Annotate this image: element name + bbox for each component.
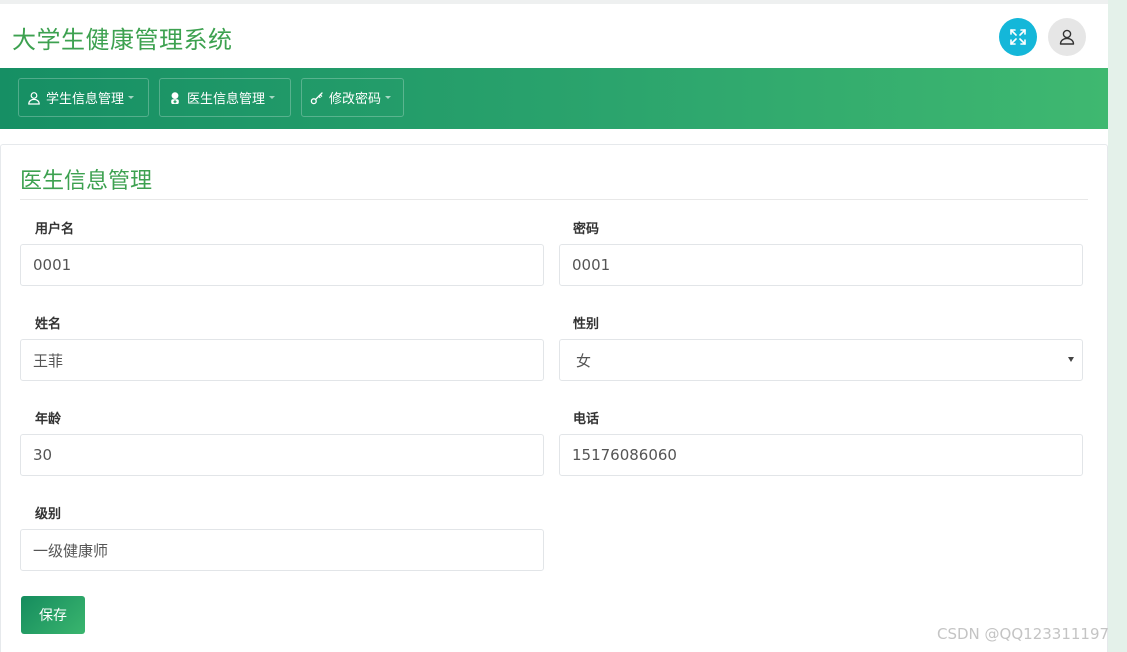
age-label: 年龄 xyxy=(35,412,62,427)
fullscreen-button[interactable] xyxy=(999,18,1037,56)
save-button[interactable]: 保存 xyxy=(21,596,85,634)
caret-down-icon xyxy=(269,96,276,99)
key-icon xyxy=(310,91,324,105)
watermark-text: CSDN @QQ123311197 xyxy=(937,625,1110,643)
password-input[interactable] xyxy=(559,244,1083,286)
main-navbar: 学生信息管理 医生信息管理 修改密码 xyxy=(0,68,1108,129)
app-title: 大学生健康管理系统 xyxy=(12,26,233,54)
nav-doctor-management-label: 医生信息管理 xyxy=(187,92,266,107)
level-input[interactable] xyxy=(20,529,544,571)
nav-change-password-label: 修改密码 xyxy=(329,92,382,107)
username-input[interactable] xyxy=(20,244,544,286)
name-input[interactable] xyxy=(20,339,544,381)
nav-doctor-management[interactable]: 医生信息管理 xyxy=(159,78,291,117)
level-label: 级别 xyxy=(35,507,62,522)
nav-student-management-label: 学生信息管理 xyxy=(46,92,125,107)
gender-select[interactable]: 女 xyxy=(559,339,1083,381)
user-menu-button[interactable] xyxy=(1048,18,1086,56)
phone-input[interactable] xyxy=(559,434,1083,476)
page-right-gutter xyxy=(1108,0,1127,652)
user-outline-icon xyxy=(27,91,41,105)
caret-down-icon xyxy=(128,96,135,99)
gender-select-value: 女 xyxy=(576,351,592,370)
username-label: 用户名 xyxy=(35,222,75,237)
doctor-info-panel: 医生信息管理 用户名 密码 姓名 性别 女 年龄 电话 级别 保存 xyxy=(0,144,1108,652)
header: 大学生健康管理系统 xyxy=(0,4,1108,68)
name-label: 姓名 xyxy=(35,317,62,332)
dropdown-arrow-icon xyxy=(1068,357,1074,362)
page-title: 医生信息管理 xyxy=(20,169,153,194)
gender-label: 性别 xyxy=(573,317,600,332)
title-divider xyxy=(20,199,1088,200)
expand-arrows-icon xyxy=(1009,28,1027,46)
password-label: 密码 xyxy=(573,222,600,237)
caret-down-icon xyxy=(385,96,392,99)
nav-change-password[interactable]: 修改密码 xyxy=(301,78,404,117)
nav-student-management[interactable]: 学生信息管理 xyxy=(18,78,149,117)
app-window: 大学生健康管理系统 学生信息管理 医生信息管理 修改密码 医生信息管理 用户名 … xyxy=(0,0,1127,652)
doctor-icon xyxy=(168,91,182,105)
user-icon xyxy=(1058,28,1076,46)
age-input[interactable] xyxy=(20,434,544,476)
phone-label: 电话 xyxy=(573,412,600,427)
